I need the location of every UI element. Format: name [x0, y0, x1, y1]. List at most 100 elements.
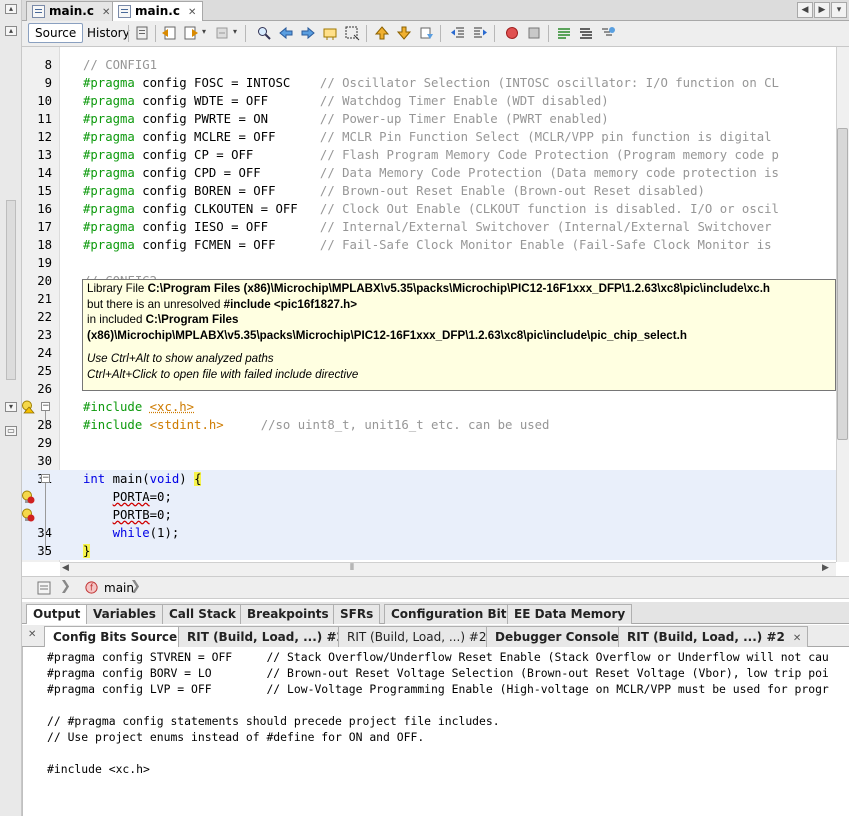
- tab-sfrs[interactable]: SFRs: [333, 604, 381, 624]
- tab-rit-build[interactable]: RIT (Build, Load, ...) #2✕: [618, 626, 809, 647]
- line-number: 28: [22, 416, 52, 434]
- code-token: // Power-up Timer Enable (PWRT enabled): [319, 112, 609, 126]
- code-line[interactable]: 13 #pragma config CP = OFF // Flash Progr…: [22, 146, 827, 164]
- close-icon[interactable]: ✕: [793, 633, 801, 644]
- scroll-grip-icon[interactable]: ⦀: [350, 563, 354, 573]
- code-line[interactable]: 15 #pragma config BOREN = OFF // Brown-ou…: [22, 182, 827, 200]
- forward-icon[interactable]: [183, 25, 199, 41]
- code-line[interactable]: 31int main(void) {: [22, 470, 827, 488]
- previous-bookmark-icon[interactable]: [374, 25, 390, 41]
- code-text: // CONFIG1: [83, 56, 157, 74]
- uncomment-icon[interactable]: [578, 25, 594, 41]
- find-previous-icon[interactable]: [278, 25, 294, 41]
- find-next-icon[interactable]: [300, 25, 316, 41]
- code-line[interactable]: 17 #pragma config IESO = OFF // Internal/…: [22, 218, 827, 236]
- navigate-icon[interactable]: [214, 25, 230, 41]
- close-icon[interactable]: ✕: [28, 629, 36, 640]
- code-line[interactable]: 11 #pragma config PWRTE = ON // Power-up …: [22, 110, 827, 128]
- file-icon[interactable]: [36, 580, 52, 596]
- last-edit-icon[interactable]: [134, 25, 150, 41]
- code-line[interactable]: 30: [22, 452, 827, 470]
- code-line[interactable]: 19: [22, 254, 827, 272]
- tab-scroll-right-icon[interactable]: ▶: [814, 2, 830, 18]
- file-tab[interactable]: main.c ✕: [26, 1, 118, 21]
- scroll-up-button[interactable]: ▴: [5, 26, 17, 36]
- dropdown-arrow-icon[interactable]: ▾: [202, 27, 206, 36]
- code-token: config CLKOUTEN = OFF: [134, 202, 320, 216]
- code-line[interactable]: 35}: [22, 542, 827, 560]
- minimize-button[interactable]: ▴: [5, 4, 17, 14]
- code-token: ): [179, 472, 195, 486]
- tab-rit-build[interactable]: RIT (Build, Load, ...) #2✕: [338, 626, 510, 647]
- code-line[interactable]: 34 while(1);: [22, 524, 827, 542]
- scroll-left-icon[interactable]: ◀: [62, 563, 69, 573]
- code-token: config WDTE = OFF: [134, 94, 320, 108]
- tab-configuration-bits[interactable]: Configuration Bits: [384, 604, 521, 624]
- editor-horizontal-scrollbar[interactable]: ◀ ⦀ ▶: [60, 562, 836, 576]
- restore-button[interactable]: ▭: [5, 426, 17, 436]
- code-line[interactable]: 10 #pragma config WDTE = OFF // Watchdog …: [22, 92, 827, 110]
- toolbar-separator: [245, 25, 246, 42]
- function-icon[interactable]: f: [84, 580, 99, 595]
- editor-scroll-thumb[interactable]: [837, 128, 848, 440]
- rectangular-selection-icon[interactable]: [344, 25, 360, 41]
- scroll-down-button[interactable]: ▾: [5, 402, 17, 412]
- comment-icon[interactable]: [556, 25, 572, 41]
- left-scroll-track[interactable]: [6, 200, 16, 380]
- dropdown-arrow-icon[interactable]: ▾: [233, 27, 237, 36]
- source-button[interactable]: Source: [28, 23, 84, 43]
- tab-output[interactable]: Output: [26, 604, 88, 624]
- code-line[interactable]: 18 #pragma config FCMEN = OFF // Fail-Saf…: [22, 236, 827, 254]
- tab-list-icon[interactable]: ▾: [831, 2, 847, 18]
- code-line[interactable]: 9 #pragma config FOSC = INTOSC // Oscilla…: [22, 74, 827, 92]
- tab-call-stack[interactable]: Call Stack: [162, 604, 243, 624]
- file-tab-active[interactable]: main.c ✕: [112, 1, 204, 22]
- line-number: 14: [37, 166, 52, 180]
- back-icon[interactable]: [161, 25, 177, 41]
- code-line[interactable]: 16 #pragma config CLKOUTEN = OFF // Clock…: [22, 200, 827, 218]
- scroll-right-icon[interactable]: ▶: [822, 563, 829, 573]
- shift-left-icon[interactable]: [450, 25, 466, 41]
- shift-right-icon[interactable]: [472, 25, 488, 41]
- code-line[interactable]: PORTB=0;: [22, 506, 827, 524]
- code-line[interactable]: 8 // CONFIG1: [22, 56, 827, 74]
- output-line: // #pragma config statements should prec…: [47, 714, 500, 728]
- error-bulb-icon[interactable]: [21, 490, 35, 504]
- close-icon[interactable]: ✕: [102, 7, 110, 18]
- start-macro-recording-icon[interactable]: [504, 25, 520, 41]
- code-line[interactable]: 29: [22, 434, 827, 452]
- code-token: config CPD = OFF: [134, 166, 320, 180]
- code-token: // Flash Program Memory Code Protection …: [319, 148, 779, 162]
- code-line[interactable]: 28 #include <stdint.h> //so uint8_t, unit…: [22, 416, 827, 434]
- line-number: 30: [37, 454, 52, 468]
- fold-toggle-icon[interactable]: −: [41, 474, 50, 483]
- output-tab-bar: Output Variables Call Stack Breakpoints …: [22, 602, 849, 624]
- warning-bulb-icon[interactable]: [21, 400, 35, 414]
- code-line[interactable]: PORTA=0;: [22, 488, 827, 506]
- code-token: {: [194, 472, 202, 486]
- format-icon[interactable]: [600, 25, 616, 41]
- code-text: #pragma config PWRTE = ON // Power-up Ti…: [83, 110, 609, 128]
- tab-breakpoints[interactable]: Breakpoints: [240, 604, 336, 624]
- tab-scroll-left-icon[interactable]: ◀: [797, 2, 813, 18]
- next-bookmark-icon[interactable]: [396, 25, 412, 41]
- code-token: config CP = OFF: [134, 148, 320, 162]
- fold-toggle-icon[interactable]: −: [41, 402, 50, 411]
- code-line[interactable]: 12 #pragma config MCLRE = OFF // MCLR Pin…: [22, 128, 827, 146]
- toggle-highlight-icon[interactable]: [322, 25, 338, 41]
- stop-macro-recording-icon[interactable]: [526, 25, 542, 41]
- code-token: #pragma: [83, 94, 135, 108]
- code-line[interactable]: #include <xc.h>: [22, 398, 827, 416]
- line-number: 26: [37, 382, 52, 396]
- close-icon[interactable]: ✕: [188, 7, 196, 18]
- error-bulb-icon[interactable]: [21, 508, 35, 522]
- search-icon[interactable]: [256, 25, 272, 41]
- code-line[interactable]: 14 #pragma config CPD = OFF // Data Memor…: [22, 164, 827, 182]
- include-error-tooltip: Library File C:\Program Files (x86)\Micr…: [82, 279, 836, 391]
- line-number: 16: [37, 202, 52, 216]
- code-text: #pragma config FOSC = INTOSC // Oscillat…: [83, 74, 779, 92]
- tab-variables[interactable]: Variables: [86, 604, 163, 624]
- line-number: 34: [22, 524, 52, 542]
- tab-ee-data-memory[interactable]: EE Data Memory: [507, 604, 633, 624]
- toggle-bookmark-icon[interactable]: [418, 25, 434, 41]
